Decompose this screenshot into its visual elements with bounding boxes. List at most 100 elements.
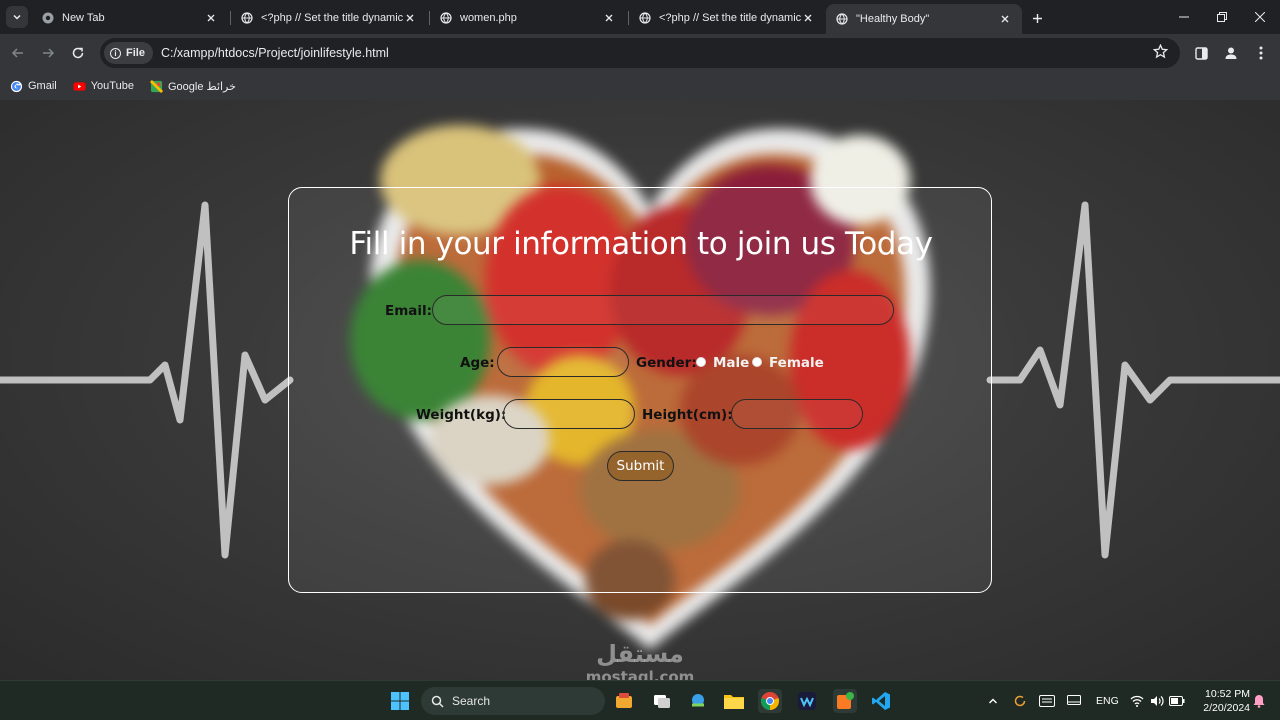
- close-icon[interactable]: [801, 11, 815, 25]
- google-icon: [10, 80, 23, 92]
- weight-label: Weight(kg):: [416, 407, 507, 423]
- bookmarks-bar: Gmail YouTube Google خرائط: [0, 72, 1280, 100]
- kebab-menu-icon: [1259, 46, 1263, 60]
- folder-icon: [724, 695, 744, 709]
- vscode-button[interactable]: [869, 689, 893, 713]
- file-explorer-button[interactable]: [722, 689, 746, 713]
- page-title: Fill in your information to join us Toda…: [349, 226, 933, 262]
- search-icon: [431, 695, 444, 708]
- bookmark-youtube[interactable]: YouTube: [73, 80, 134, 93]
- bookmark-gmail[interactable]: Gmail: [10, 80, 57, 93]
- restore-icon: [1217, 12, 1227, 22]
- bookmark-label: Gmail: [28, 80, 57, 92]
- start-button[interactable]: [388, 689, 412, 713]
- bookmark-star-icon[interactable]: [1152, 43, 1169, 64]
- battery-icon: [1169, 696, 1185, 706]
- watermark-arabic: مستقل: [596, 640, 684, 668]
- watermark-latin: mostaql.com: [585, 668, 695, 680]
- weather-button[interactable]: [686, 689, 710, 713]
- xampp-button[interactable]: [833, 689, 857, 713]
- profile-button[interactable]: [1220, 42, 1242, 64]
- tab-title: <?php // Set the title dynamica: [659, 12, 801, 24]
- tray-overflow-button[interactable]: [984, 689, 1002, 713]
- gender-label: Gender:: [636, 355, 697, 371]
- keyboard-tray-icon[interactable]: [1036, 689, 1058, 713]
- restore-button[interactable]: [1210, 6, 1234, 28]
- clock-time: 10:52 PM: [1205, 688, 1250, 700]
- bell-icon: [1253, 695, 1265, 708]
- widgets-icon: [616, 693, 632, 708]
- info-icon: i: [110, 47, 121, 59]
- tab-title: New Tab: [62, 12, 105, 24]
- widgets-button[interactable]: [612, 689, 636, 713]
- minimize-button[interactable]: [1172, 6, 1196, 28]
- gender-male-radio[interactable]: [696, 357, 706, 367]
- close-icon[interactable]: [403, 11, 417, 25]
- email-field[interactable]: [432, 295, 894, 325]
- display-tray-icon[interactable]: [1064, 689, 1084, 713]
- close-window-button[interactable]: [1248, 6, 1272, 28]
- forward-button[interactable]: [37, 42, 59, 64]
- site-info-chip[interactable]: i File: [104, 42, 153, 64]
- refresh-icon: [1014, 695, 1026, 707]
- chrome-icon: [42, 12, 54, 24]
- keyboard-icon: [1039, 695, 1055, 707]
- tab-php-1[interactable]: <?php // Set the title dynamica: [231, 4, 427, 32]
- vscode-icon: [872, 692, 890, 710]
- weight-field[interactable]: [503, 399, 635, 429]
- webstorm-button[interactable]: [795, 689, 819, 713]
- chevron-up-icon: [989, 698, 997, 704]
- arrow-right-icon: [43, 48, 55, 58]
- sync-tray-icon[interactable]: [1010, 689, 1030, 713]
- bookmark-label: Google خرائط: [167, 80, 236, 93]
- gender-female-radio[interactable]: [752, 357, 762, 367]
- reload-icon: [72, 47, 84, 59]
- browser-toolbar: i File C:/xampp/htdocs/Project/joinlifes…: [0, 34, 1280, 72]
- close-icon[interactable]: [204, 11, 218, 25]
- age-field[interactable]: [497, 347, 629, 377]
- task-view-button[interactable]: [650, 689, 674, 713]
- close-icon[interactable]: [998, 12, 1012, 26]
- maps-icon: [149, 79, 163, 93]
- tab-php-2[interactable]: <?php // Set the title dynamica: [629, 4, 825, 32]
- globe-icon: [836, 13, 848, 25]
- system-clock[interactable]: 10:52 PM 2/20/2024: [1192, 687, 1250, 715]
- new-tab-button[interactable]: [1026, 7, 1048, 29]
- page-viewport: Fill in your information to join us Toda…: [0, 100, 1280, 680]
- bookmark-label: YouTube: [90, 80, 134, 92]
- taskbar-search[interactable]: Search: [421, 687, 605, 715]
- side-panel-button[interactable]: [1190, 42, 1212, 64]
- menu-button[interactable]: [1250, 42, 1272, 64]
- notifications-button[interactable]: [1250, 689, 1268, 713]
- language-indicator[interactable]: ENG: [1096, 695, 1119, 707]
- wifi-tray-icon[interactable]: [1128, 689, 1146, 713]
- minimize-icon: [1179, 16, 1189, 18]
- age-label: Age:: [460, 355, 495, 371]
- reload-button[interactable]: [67, 42, 89, 64]
- tab-title: "Healthy Body": [856, 13, 930, 25]
- volume-tray-icon[interactable]: [1148, 689, 1166, 713]
- tab-healthy-body[interactable]: "Healthy Body": [826, 4, 1022, 34]
- battery-tray-icon[interactable]: [1168, 689, 1186, 713]
- speaker-icon: [1151, 696, 1164, 706]
- arrow-left-icon: [11, 48, 23, 58]
- globe-icon: [440, 12, 452, 24]
- tab-new-tab[interactable]: New Tab: [32, 4, 228, 32]
- gender-male-label: Male: [713, 355, 750, 371]
- bookmark-google-maps[interactable]: Google خرائط: [149, 79, 236, 93]
- chevron-down-icon: [13, 14, 21, 20]
- chrome-taskbar-button[interactable]: [758, 689, 782, 713]
- back-button[interactable]: [7, 42, 29, 64]
- globe-icon: [241, 12, 253, 24]
- height-label: Height(cm):: [642, 407, 733, 423]
- address-bar[interactable]: i File C:/xampp/htdocs/Project/joinlifes…: [100, 38, 1180, 68]
- close-icon[interactable]: [602, 11, 616, 25]
- tab-women-php[interactable]: women.php: [430, 4, 626, 32]
- submit-button[interactable]: Submit: [607, 451, 674, 481]
- tab-search-button[interactable]: [6, 6, 28, 28]
- windows-taskbar: Search ENG 10:52 PM 2/20/2024: [0, 680, 1280, 720]
- height-field[interactable]: [731, 399, 863, 429]
- clock-date: 2/20/2024: [1203, 702, 1250, 714]
- scheme-label: File: [126, 47, 145, 59]
- wifi-icon: [1130, 695, 1144, 707]
